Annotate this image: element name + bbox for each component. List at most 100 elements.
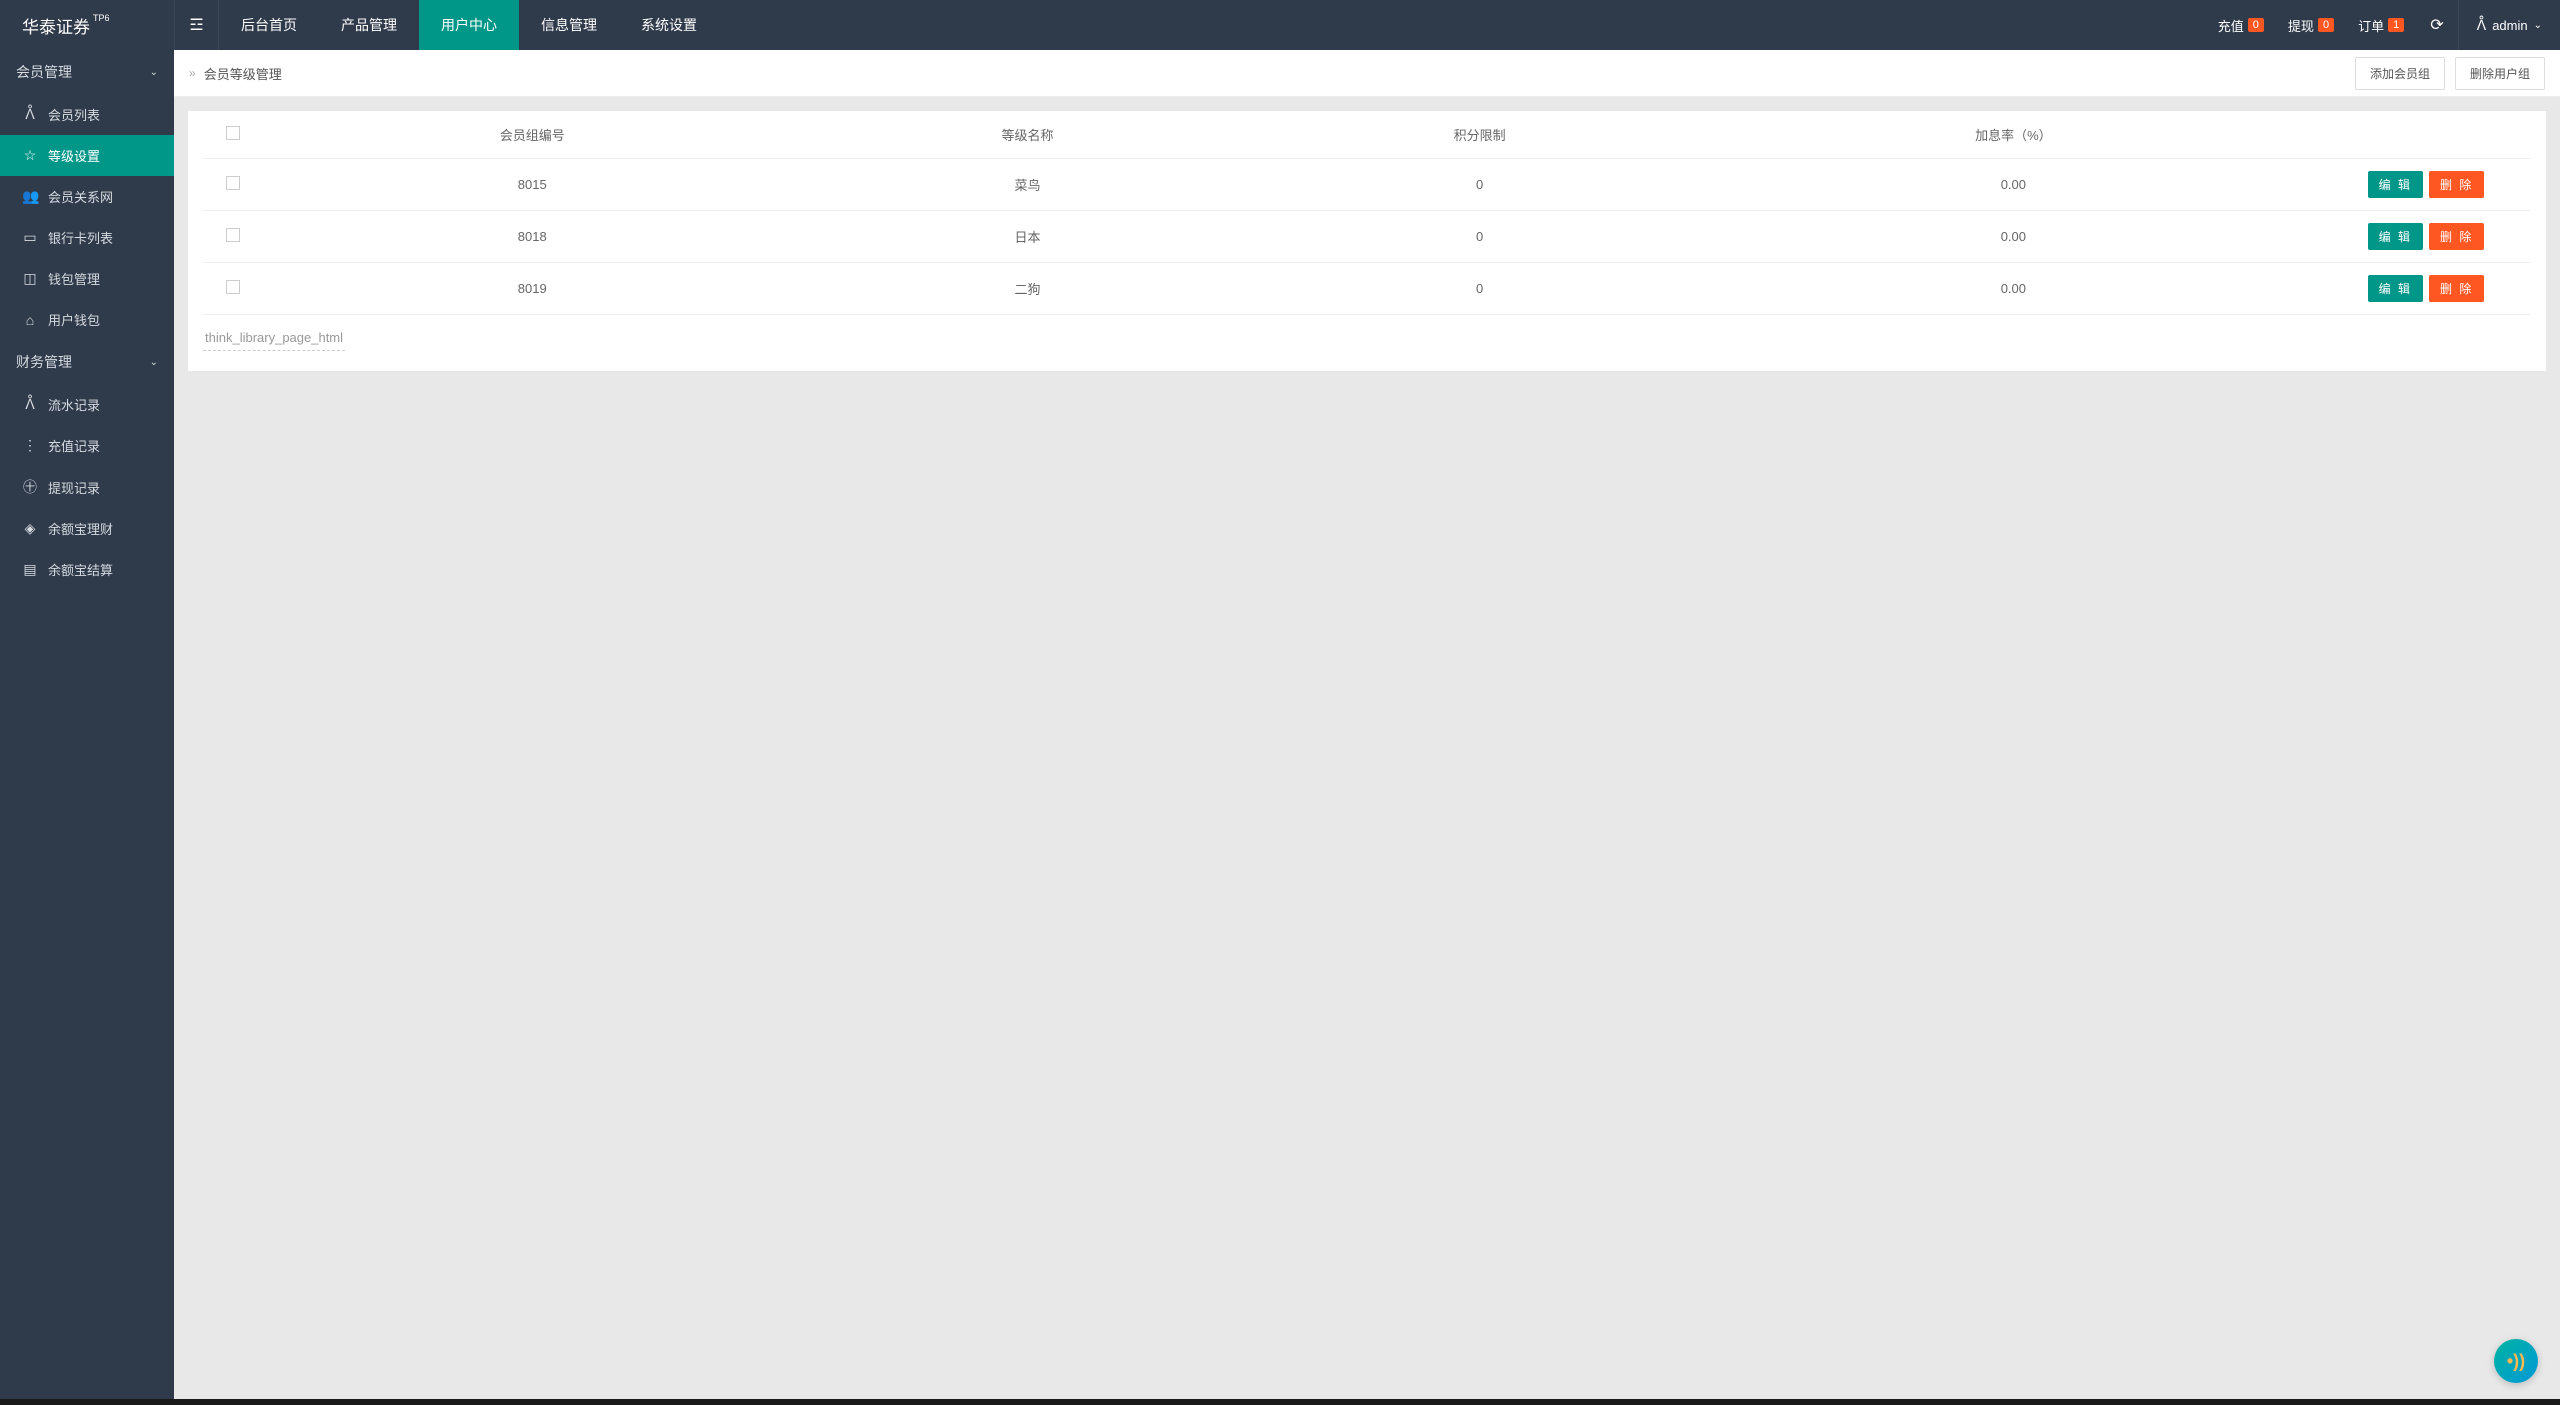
col-name: 等级名称 bbox=[802, 111, 1254, 159]
cell-name: 菜鸟 bbox=[802, 159, 1254, 211]
cell-rate: 0.00 bbox=[1706, 211, 2321, 263]
nav-product[interactable]: 产品管理 bbox=[319, 0, 419, 50]
binoculars-icon: ⌂ bbox=[22, 312, 38, 328]
nav-home[interactable]: 后台首页 bbox=[219, 0, 319, 50]
sidebar-toggle[interactable]: ☲ bbox=[174, 0, 219, 50]
sidebar-item-withdraw-record[interactable]: ㊉ 提现记录 bbox=[0, 466, 174, 508]
user-icon: ᐰ bbox=[2477, 17, 2487, 34]
orders-link[interactable]: 订单 1 bbox=[2346, 0, 2416, 50]
logo[interactable]: 华泰证券 TP6 bbox=[0, 0, 174, 50]
withdraw-link[interactable]: 提现 0 bbox=[2276, 0, 2346, 50]
cell-id: 8018 bbox=[263, 211, 802, 263]
orders-label: 订单 bbox=[2358, 16, 2384, 35]
refresh-button[interactable]: ⟳ bbox=[2416, 15, 2457, 35]
cell-id: 8019 bbox=[263, 263, 802, 315]
sidebar-group-label: 财务管理 bbox=[16, 352, 72, 372]
col-id: 会员组编号 bbox=[263, 111, 802, 159]
sidebar-item-label: 余额宝理财 bbox=[48, 519, 113, 538]
sidebar-item-label: 等级设置 bbox=[48, 146, 100, 165]
cell-points: 0 bbox=[1254, 263, 1706, 315]
delete-button[interactable]: 删 除 bbox=[2429, 171, 2484, 198]
user-icon: ᐰ bbox=[22, 106, 38, 123]
logo-superscript: TP6 bbox=[93, 13, 110, 23]
chevron-down-icon: ⌄ bbox=[150, 67, 158, 78]
sidebar-item-label: 余额宝结算 bbox=[48, 560, 113, 579]
breadcrumb: » 会员等级管理 bbox=[189, 64, 282, 83]
sidebar-item-label: 用户钱包 bbox=[48, 310, 100, 329]
col-points: 积分限制 bbox=[1254, 111, 1706, 159]
row-checkbox[interactable] bbox=[226, 176, 240, 190]
user-menu[interactable]: ᐰ admin ⌄ bbox=[2458, 0, 2560, 50]
chevron-down-icon: ⌄ bbox=[150, 357, 158, 368]
cell-name: 日本 bbox=[802, 211, 1254, 263]
table-row: 8018日本00.00 编 辑删 除 bbox=[203, 211, 2531, 263]
delete-button[interactable]: 删 除 bbox=[2429, 275, 2484, 302]
edit-button[interactable]: 编 辑 bbox=[2368, 223, 2423, 250]
delete-button[interactable]: 删 除 bbox=[2429, 223, 2484, 250]
add-group-button[interactable]: 添加会员组 bbox=[2355, 57, 2445, 90]
users-icon: 👥 bbox=[22, 188, 38, 205]
row-checkbox[interactable] bbox=[226, 280, 240, 294]
table-row: 8015菜鸟00.00 编 辑删 除 bbox=[203, 159, 2531, 211]
sidebar-item-yuebao-settle[interactable]: ▤ 余额宝结算 bbox=[0, 549, 174, 590]
cell-rate: 0.00 bbox=[1706, 159, 2321, 211]
data-panel: 会员组编号 等级名称 积分限制 加息率（%） 8015菜鸟00.00编 辑删 除… bbox=[188, 111, 2546, 371]
nav-user-center[interactable]: 用户中心 bbox=[419, 0, 519, 50]
calc-icon: ▤ bbox=[22, 561, 38, 578]
chevron-down-icon: ⌄ bbox=[2534, 20, 2542, 31]
cell-id: 8015 bbox=[263, 159, 802, 211]
withdraw-label: 提现 bbox=[2288, 16, 2314, 35]
sidebar-group-finance[interactable]: 财务管理 ⌄ bbox=[0, 340, 174, 384]
recharge-badge: 0 bbox=[2248, 18, 2264, 32]
sidebar-item-label: 充值记录 bbox=[48, 436, 100, 455]
delete-group-button[interactable]: 删除用户组 bbox=[2455, 57, 2545, 90]
recharge-label: 充值 bbox=[2218, 16, 2244, 35]
col-rate: 加息率（%） bbox=[1706, 111, 2321, 159]
yen-icon: ㊉ bbox=[22, 477, 38, 497]
sidebar-item-label: 提现记录 bbox=[48, 478, 100, 497]
sidebar-item-user-wallet[interactable]: ⌂ 用户钱包 bbox=[0, 299, 174, 340]
sidebar-item-flow-record[interactable]: ᐰ 流水记录 bbox=[0, 384, 174, 425]
sidebar-item-recharge-record[interactable]: ⋮ 充值记录 bbox=[0, 425, 174, 466]
sidebar-item-wallet-manage[interactable]: ◫ 钱包管理 bbox=[0, 258, 174, 299]
user-name: admin bbox=[2492, 18, 2527, 33]
floating-action-button[interactable]: •)) bbox=[2494, 1339, 2538, 1383]
titlebar: » 会员等级管理 添加会员组 删除用户组 bbox=[174, 50, 2560, 97]
sidebar-group-member[interactable]: 会员管理 ⌄ bbox=[0, 50, 174, 94]
sidebar-item-label: 会员关系网 bbox=[48, 187, 113, 206]
edit-button[interactable]: 编 辑 bbox=[2368, 275, 2423, 302]
dots-icon: ⋮ bbox=[22, 437, 38, 454]
body-wrap: 会员组编号 等级名称 积分限制 加息率（%） 8015菜鸟00.00编 辑删 除… bbox=[174, 97, 2560, 385]
row-checkbox[interactable] bbox=[226, 228, 240, 242]
cell-rate: 0.00 bbox=[1706, 263, 2321, 315]
content: » 会员等级管理 添加会员组 删除用户组 会员组编号 等级名称 积分限制 bbox=[174, 50, 2560, 1405]
header: 华泰证券 TP6 ☲ 后台首页 产品管理 用户中心 信息管理 系统设置 充值 0… bbox=[0, 0, 2560, 50]
sidebar-item-yuebao-finance[interactable]: ◈ 余额宝理财 bbox=[0, 508, 174, 549]
sidebar: 会员管理 ⌄ ᐰ 会员列表 ☆ 等级设置 👥 会员关系网 ▭ 银行卡列表 ◫ 钱… bbox=[0, 50, 174, 1405]
sidebar-item-label: 流水记录 bbox=[48, 395, 100, 414]
sidebar-item-bank-cards[interactable]: ▭ 银行卡列表 bbox=[0, 217, 174, 258]
select-all-checkbox[interactable] bbox=[226, 126, 240, 140]
nav-system[interactable]: 系统设置 bbox=[619, 0, 719, 50]
sidebar-item-label: 钱包管理 bbox=[48, 269, 100, 288]
footer-note: think_library_page_html bbox=[203, 315, 345, 351]
sidebar-group-label: 会员管理 bbox=[16, 62, 72, 82]
cell-points: 0 bbox=[1254, 211, 1706, 263]
withdraw-badge: 0 bbox=[2318, 18, 2334, 32]
recharge-link[interactable]: 充值 0 bbox=[2206, 0, 2276, 50]
fab-icon: •)) bbox=[2507, 1351, 2525, 1372]
orders-badge: 1 bbox=[2388, 18, 2404, 32]
cell-points: 0 bbox=[1254, 159, 1706, 211]
menu-icon: ☲ bbox=[189, 15, 203, 35]
table-row: 8019二狗00.00编 辑删 除 bbox=[203, 263, 2531, 315]
sidebar-item-level-settings[interactable]: ☆ 等级设置 bbox=[0, 135, 174, 176]
edit-button[interactable]: 编 辑 bbox=[2368, 171, 2423, 198]
nav-info[interactable]: 信息管理 bbox=[519, 0, 619, 50]
sidebar-item-member-network[interactable]: 👥 会员关系网 bbox=[0, 176, 174, 217]
wallet-icon: ◫ bbox=[22, 270, 38, 287]
col-actions bbox=[2321, 111, 2531, 159]
sidebar-item-member-list[interactable]: ᐰ 会员列表 bbox=[0, 94, 174, 135]
levels-table: 会员组编号 等级名称 积分限制 加息率（%） 8015菜鸟00.00编 辑删 除… bbox=[203, 111, 2531, 315]
card-icon: ▭ bbox=[22, 229, 38, 246]
star-icon: ☆ bbox=[22, 147, 38, 164]
